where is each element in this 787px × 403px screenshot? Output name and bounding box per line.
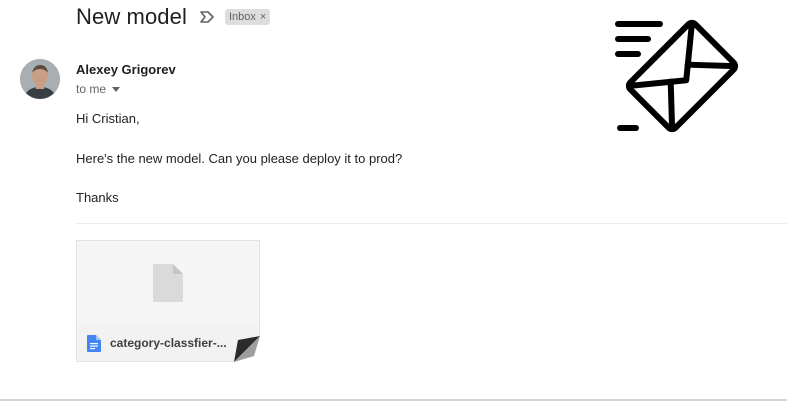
body-signoff: Thanks bbox=[76, 190, 119, 205]
divider bbox=[76, 223, 787, 224]
remove-label-button[interactable]: × bbox=[260, 11, 266, 23]
recipients-toggle[interactable]: to me bbox=[76, 82, 121, 96]
avatar[interactable] bbox=[20, 59, 60, 99]
file-preview-icon bbox=[153, 264, 183, 302]
body-greeting: Hi Cristian, bbox=[76, 111, 140, 126]
subject-row: New model Inbox × bbox=[76, 2, 271, 32]
attachment-footer[interactable]: category-classfier-... bbox=[77, 325, 259, 361]
sender-name[interactable]: Alexey Grigorev bbox=[76, 62, 176, 77]
attachment-card[interactable]: category-classfier-... bbox=[76, 240, 260, 362]
inbox-label-text: Inbox bbox=[228, 11, 256, 23]
chevron-down-icon[interactable] bbox=[112, 86, 121, 92]
attachment-filename: category-classfier-... bbox=[110, 336, 227, 350]
page-fold-icon bbox=[234, 336, 260, 362]
attachment-preview[interactable] bbox=[77, 241, 259, 325]
inbox-label-chip[interactable]: Inbox × bbox=[224, 9, 271, 25]
google-docs-icon bbox=[87, 334, 101, 352]
email-subject: New model bbox=[76, 4, 187, 29]
bottom-border bbox=[0, 399, 787, 401]
fast-mail-icon bbox=[612, 12, 744, 138]
important-icon[interactable] bbox=[199, 10, 215, 24]
body-message: Here's the new model. Can you please dep… bbox=[76, 151, 403, 166]
to-label: to me bbox=[76, 82, 107, 96]
